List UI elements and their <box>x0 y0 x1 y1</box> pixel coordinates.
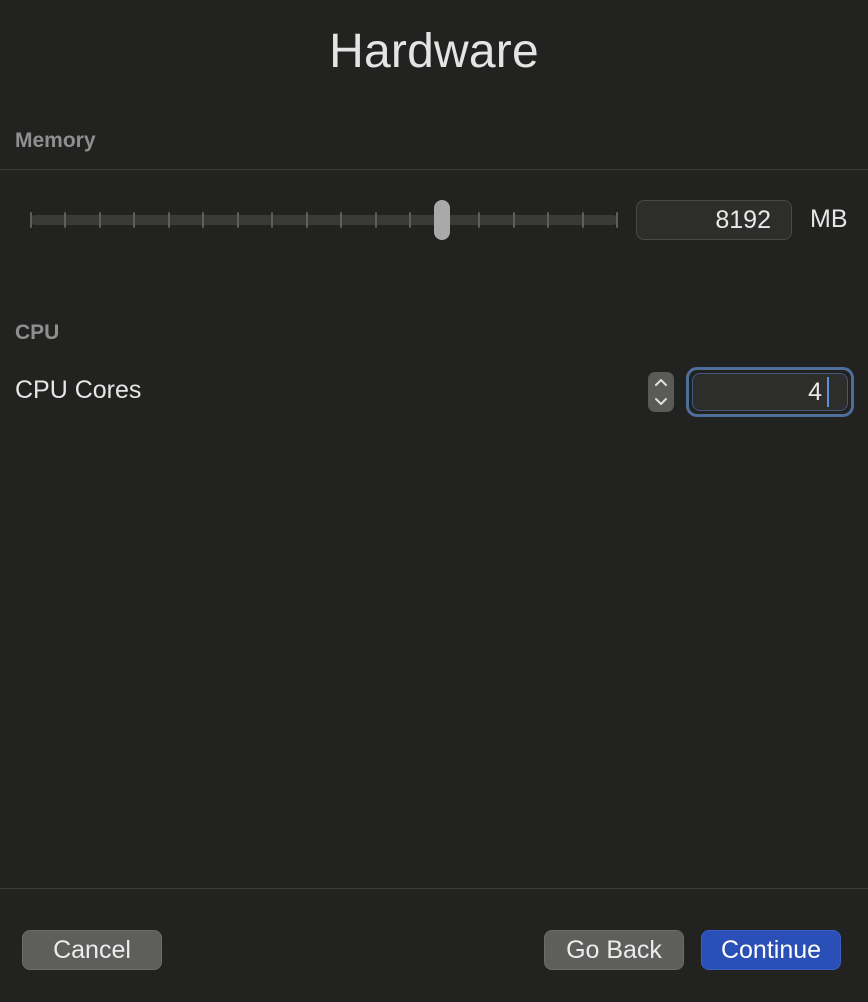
text-caret <box>827 377 829 407</box>
slider-tick <box>98 212 101 228</box>
continue-button[interactable]: Continue <box>701 930 841 970</box>
slider-tick <box>271 212 274 228</box>
slider-tick <box>374 212 377 228</box>
cpu-cores-field[interactable]: 4 <box>692 373 848 411</box>
cpu-section-label: CPU <box>15 321 60 344</box>
slider-tick <box>547 212 550 228</box>
page-title: Hardware <box>329 25 539 78</box>
slider-tick <box>167 212 170 228</box>
cpu-cores-stepper[interactable] <box>648 372 674 412</box>
memory-section-label: Memory <box>15 129 96 152</box>
footer-divider <box>0 888 868 889</box>
slider-tick <box>30 212 32 228</box>
chevron-down-icon[interactable] <box>648 392 674 412</box>
memory-slider[interactable] <box>30 200 620 240</box>
slider-tick <box>409 212 412 228</box>
chevron-up-icon[interactable] <box>648 372 674 392</box>
memory-field[interactable]: 8192 <box>636 200 792 240</box>
slider-tick <box>581 212 584 228</box>
slider-tick <box>340 212 343 228</box>
slider-thumb[interactable] <box>434 200 451 240</box>
cancel-button[interactable]: Cancel <box>22 930 162 970</box>
cpu-cores-label: CPU Cores <box>15 376 142 404</box>
memory-unit-label: MB <box>810 205 848 233</box>
slider-track[interactable] <box>30 215 618 225</box>
slider-tick <box>236 212 239 228</box>
slider-tick <box>512 212 515 228</box>
go-back-button[interactable]: Go Back <box>544 930 684 970</box>
slider-tick <box>478 212 481 228</box>
section-divider <box>0 169 868 170</box>
hardware-dialog: Hardware Memory 8192 MB CPU CPU Cores 4 … <box>0 0 868 1002</box>
slider-tick <box>305 212 308 228</box>
slider-tick <box>616 212 618 228</box>
